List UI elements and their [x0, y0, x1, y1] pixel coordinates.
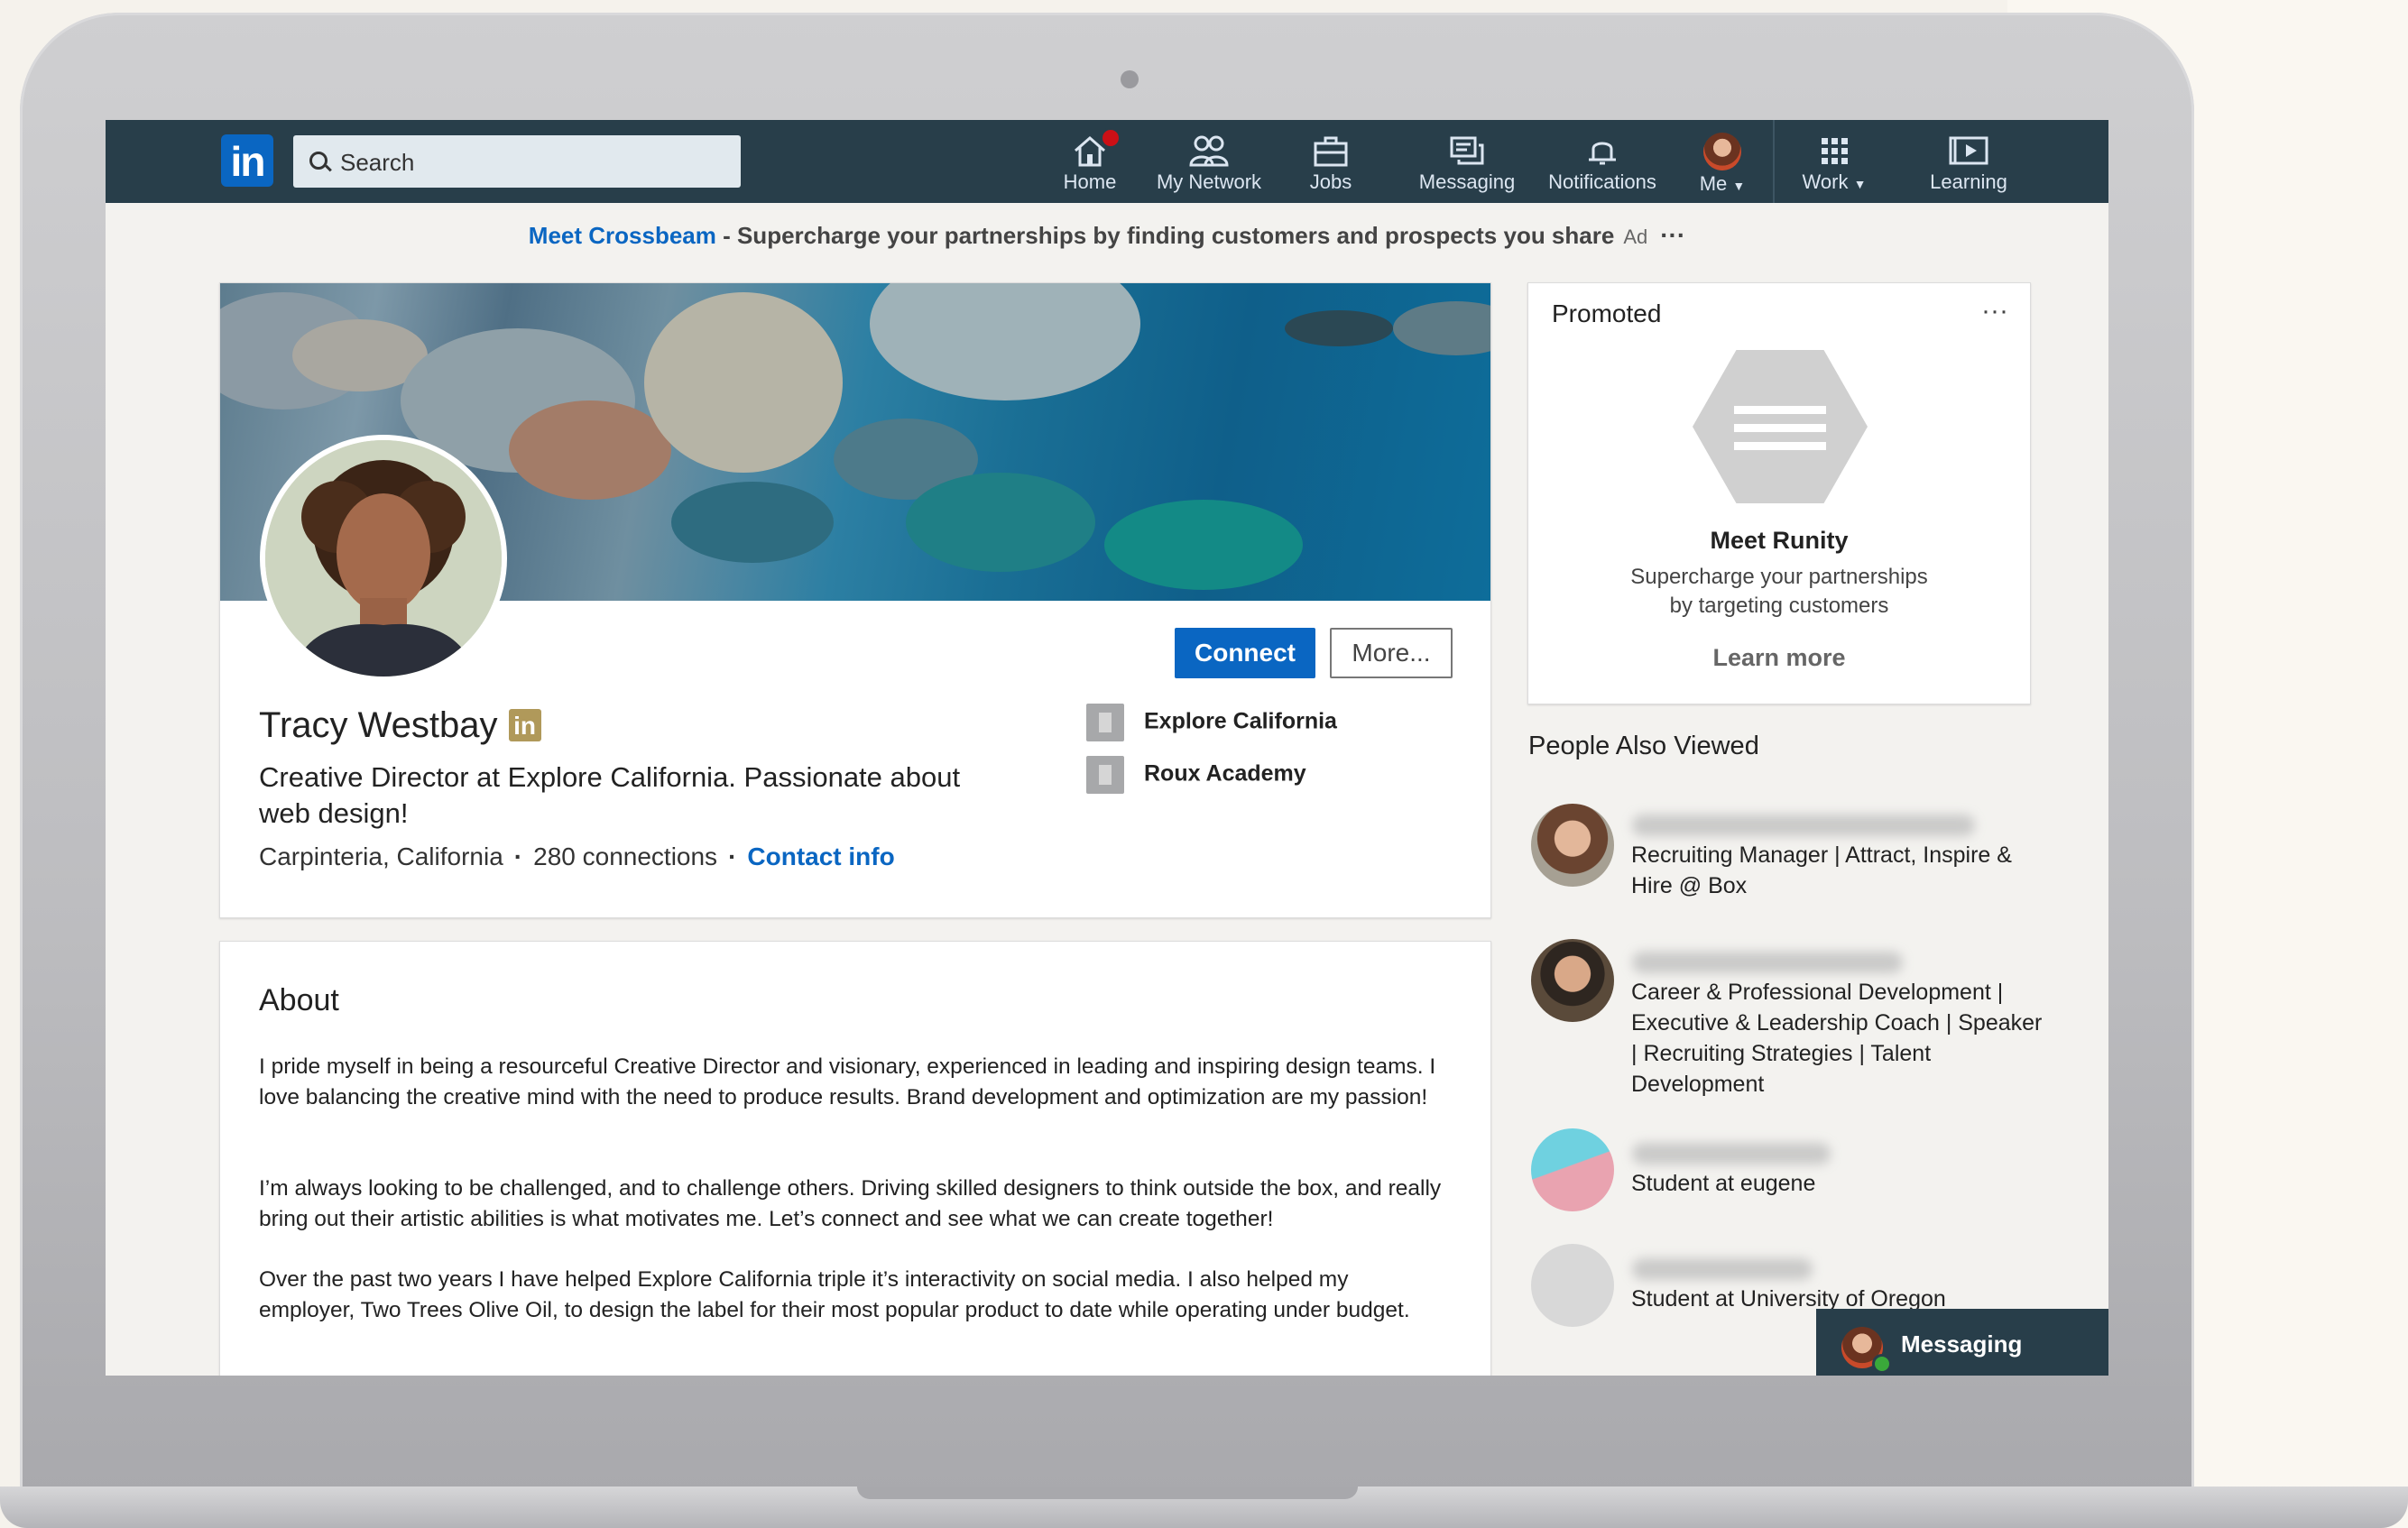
nav-home[interactable]: Home	[1035, 120, 1145, 203]
briefcase-icon	[1314, 136, 1348, 167]
laptop-notch	[857, 1487, 1358, 1499]
about-paragraph: I pride myself in being a resourceful Cr…	[259, 1054, 1436, 1109]
person-name-blurred	[1632, 815, 1975, 836]
messaging-icon	[1450, 136, 1484, 165]
promo-desc-line: Supercharge your partnerships	[1630, 565, 1928, 589]
nav-learning-label: Learning	[1930, 170, 2007, 193]
notification-badge	[1100, 127, 1121, 149]
screen: in Home My Network Jobs Messaging Notifi…	[106, 120, 2108, 1376]
profile-headline: Creative Director at Explore California.…	[259, 761, 961, 829]
nav-work-label: Work	[1802, 170, 1849, 193]
learning-icon	[1949, 136, 1988, 165]
linkedin-premium-icon: in	[508, 709, 541, 741]
learn-more-link[interactable]: Learn more	[1528, 644, 2030, 672]
person-headline: Student at eugene	[1631, 1171, 1816, 1196]
connect-button[interactable]: Connect	[1175, 628, 1315, 678]
promoted-title: Promoted	[1552, 299, 1662, 327]
person-avatar	[1531, 939, 1614, 1022]
promo-desc-line: by targeting customers	[1669, 594, 1889, 618]
about-title: About	[259, 983, 339, 1017]
about-paragraph: I’m always looking to be challenged, and…	[259, 1176, 1442, 1231]
ad-tag: Ad	[1623, 226, 1648, 248]
company-roux-academy[interactable]: Roux Academy	[1086, 756, 1306, 794]
contact-info-link[interactable]: Contact info	[747, 842, 894, 870]
profile-name-row: Tracy Westbay in	[259, 705, 541, 746]
promo-name[interactable]: Meet Runity	[1528, 527, 2030, 555]
profile-connections[interactable]: 280 connections	[533, 842, 717, 870]
chevron-down-icon: ▼	[1732, 179, 1746, 193]
nav-learning[interactable]: Learning	[1910, 120, 2027, 203]
chevron-down-icon: ▼	[1853, 177, 1867, 191]
person-headline: Career & Professional Development | Exec…	[1631, 980, 2043, 1097]
person-name-blurred	[1632, 1143, 1831, 1164]
person-avatar	[1531, 1128, 1614, 1211]
camera	[1121, 70, 1139, 88]
online-status-icon	[1872, 1354, 1892, 1374]
nav-messaging[interactable]: Messaging	[1399, 120, 1535, 203]
bell-icon	[1589, 142, 1616, 165]
linkedin-logo-icon[interactable]: in	[221, 134, 273, 187]
grid-icon	[1822, 138, 1848, 164]
messaging-label: Messaging	[1901, 1330, 2023, 1358]
nav-home-label: Home	[1063, 170, 1117, 193]
more-icon[interactable]: ···	[1660, 221, 1685, 249]
ad-link[interactable]: Meet Crossbeam	[529, 222, 716, 249]
company-explore-california[interactable]: Explore California	[1086, 704, 1337, 741]
about-card: About I pride myself in being a resource…	[219, 941, 1491, 1376]
person-name-blurred	[1632, 952, 1903, 973]
messaging-bar[interactable]: Messaging	[1816, 1309, 2108, 1376]
nav-jobs-label: Jobs	[1309, 170, 1352, 193]
ad-banner: Meet Crossbeam - Supercharge your partne…	[106, 221, 2108, 250]
profile-avatar[interactable]	[260, 435, 507, 682]
default-avatar-icon	[1531, 1244, 1614, 1327]
company-logo-icon	[1086, 704, 1124, 741]
ad-text: - Supercharge your partnerships by findi…	[715, 222, 1615, 249]
promoted-card: Promoted ··· Meet Runity Supercharge you…	[1527, 282, 2031, 704]
people-also-viewed-title: People Also Viewed	[1528, 732, 1759, 760]
nav-me[interactable]: Me ▼	[1675, 120, 1769, 203]
nav-my-network[interactable]: My Network	[1136, 120, 1282, 203]
separator: ·	[728, 842, 737, 870]
profile-meta: Carpinteria, California · 280 connections ·…	[259, 842, 895, 871]
nav-messaging-label: Messaging	[1418, 170, 1516, 193]
promo-description: Supercharge your partnerships by targeti…	[1528, 563, 2030, 621]
person-avatar	[1531, 804, 1614, 887]
school-logo-icon	[1086, 756, 1124, 794]
nav-notifications-label: Notifications	[1548, 170, 1656, 193]
profile-photo	[265, 440, 502, 677]
person-name-blurred	[1632, 1258, 1813, 1280]
me-avatar	[1703, 133, 1741, 170]
profile-name: Tracy Westbay	[259, 705, 498, 745]
search-icon	[309, 152, 328, 170]
more-button[interactable]: More...	[1330, 628, 1453, 678]
search-box[interactable]	[293, 135, 741, 189]
about-paragraph: Over the past two years I have helped Ex…	[259, 1267, 1410, 1322]
more-icon[interactable]: ···	[1981, 296, 2008, 327]
profile-location: Carpinteria, California	[259, 842, 503, 870]
nav-notifications[interactable]: Notifications	[1520, 120, 1684, 203]
person-headline: Recruiting Manager | Attract, Inspire & …	[1631, 842, 2012, 898]
network-icon	[1189, 135, 1229, 167]
promo-logo-icon	[1693, 350, 1868, 503]
nav-me-label: Me	[1699, 172, 1728, 195]
nav-divider	[1773, 120, 1775, 203]
nav-work[interactable]: Work ▼	[1782, 120, 1887, 203]
top-nav: in Home My Network Jobs Messaging Notifi…	[106, 120, 2108, 203]
profile-card: Connect More... Tracy Westbay in Creative…	[219, 282, 1491, 918]
nav-jobs[interactable]: Jobs	[1278, 120, 1383, 203]
separator: ·	[513, 842, 523, 870]
search-input[interactable]	[338, 135, 721, 189]
school-name: Roux Academy	[1144, 760, 1306, 787]
nav-my-network-label: My Network	[1156, 170, 1262, 193]
company-name: Explore California	[1144, 708, 1337, 734]
